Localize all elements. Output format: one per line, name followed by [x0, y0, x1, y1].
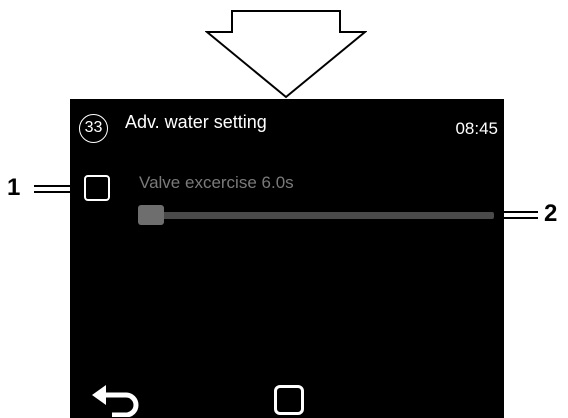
screen-title: Adv. water setting: [125, 112, 267, 132]
clock: 08:45: [455, 119, 498, 138]
valve-exercise-label: Valve excercise 6.0s: [139, 173, 294, 192]
back-arrow-icon[interactable]: [90, 381, 142, 417]
home-button[interactable]: [274, 385, 304, 415]
down-arrow-icon: [205, 10, 367, 99]
callout-number-1: 1: [7, 174, 21, 201]
callout-line-2: [496, 217, 538, 219]
valve-exercise-checkbox[interactable]: [84, 175, 110, 201]
figure: 33 Adv. water setting 08:45 Valve excerc…: [0, 0, 568, 418]
callout-line-2: [496, 211, 538, 213]
callout-line-1: [34, 185, 82, 187]
device-screen: 33 Adv. water setting 08:45 Valve excerc…: [70, 99, 504, 418]
callout-number-2: 2: [544, 200, 558, 227]
valve-exercise-slider-track[interactable]: [138, 212, 494, 219]
callout-line-1: [34, 191, 82, 193]
menu-number-badge: 33: [79, 114, 108, 143]
valve-exercise-slider-thumb[interactable]: [138, 205, 164, 225]
